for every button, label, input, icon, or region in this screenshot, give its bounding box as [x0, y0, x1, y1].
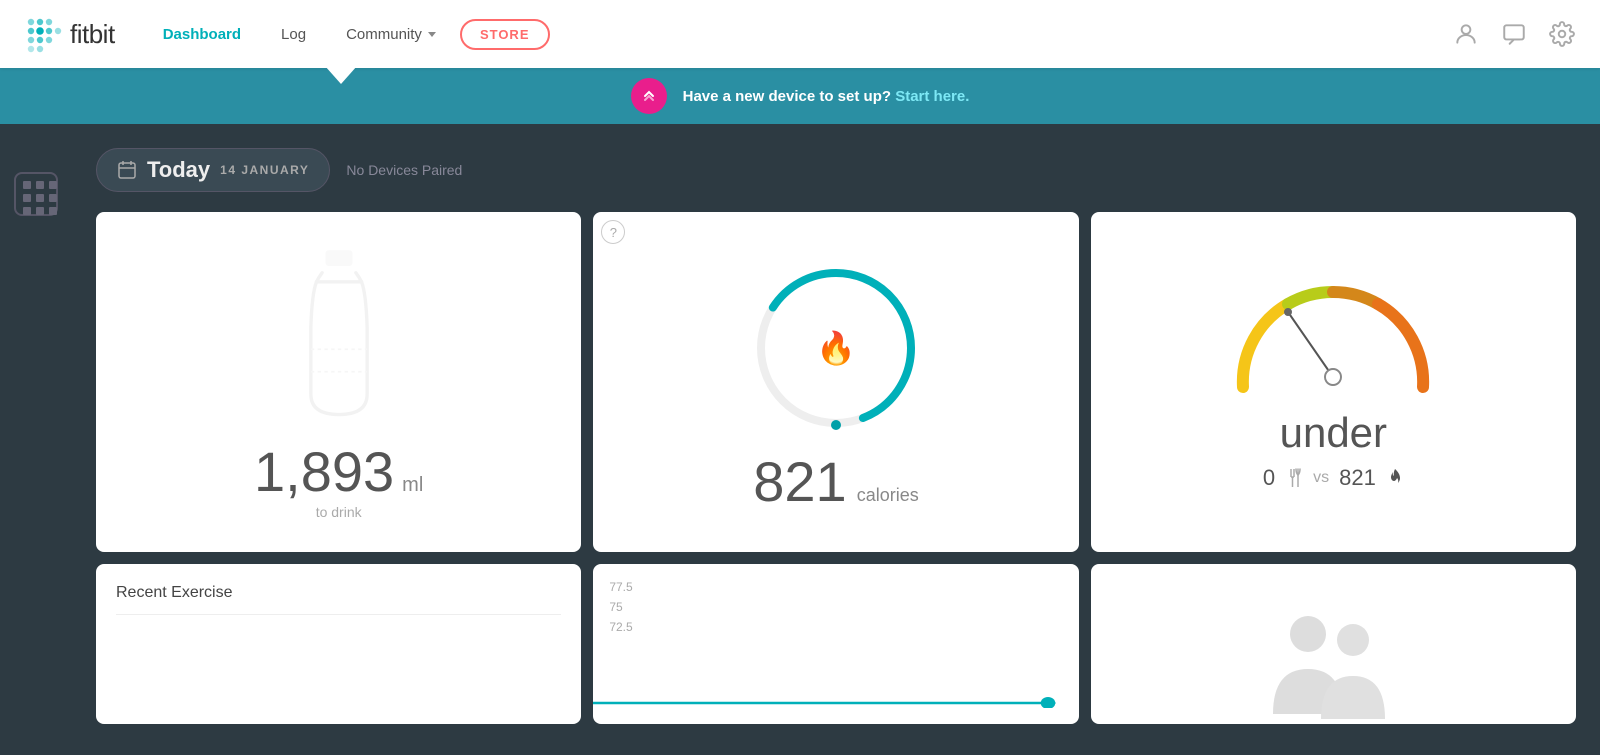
grid-cell	[36, 207, 44, 215]
water-card[interactable]: 1,893 ml to drink	[96, 212, 581, 552]
nav-links: Dashboard Log Community STORE	[147, 18, 1452, 51]
fitbit-logo-icon	[24, 15, 62, 53]
water-unit: ml	[402, 474, 423, 497]
store-button[interactable]: STORE	[460, 19, 550, 50]
calories-ring: 🔥	[746, 258, 926, 438]
main-content: Today 14 JANUARY No Devices Paired	[0, 124, 1600, 755]
date-full: 14 JANUARY	[220, 163, 309, 177]
calories-value-group: 821 calories	[753, 454, 918, 510]
grid-cell	[36, 194, 44, 202]
water-label: to drink	[316, 504, 362, 520]
banner-message: Have a new device to set up? Start here.	[683, 88, 970, 105]
chart-svg	[593, 648, 1078, 708]
calories-unit: calories	[857, 485, 919, 506]
sidebar	[0, 148, 72, 748]
nav-community[interactable]: Community	[330, 18, 452, 51]
chart-label-725: 72.5	[609, 620, 1062, 634]
recent-exercise-card[interactable]: Recent Exercise	[96, 564, 581, 724]
chart-line-area	[593, 648, 1078, 708]
date-bar: Today 14 JANUARY No Devices Paired	[96, 148, 1576, 192]
water-value-group: 1,893 ml	[254, 444, 423, 500]
calories-card[interactable]: ? 🔥 821 calori	[593, 212, 1078, 552]
gauge-stats: 0 vs 821	[1263, 465, 1404, 491]
burn-value: 821	[1339, 465, 1376, 491]
grid-cell	[36, 181, 44, 189]
nav-right-icons	[1452, 20, 1576, 48]
community-chevron-icon	[428, 32, 436, 37]
gauge-label: under	[1280, 409, 1387, 457]
vs-label: vs	[1313, 469, 1329, 487]
profile-icon[interactable]	[1452, 20, 1480, 48]
banner-link[interactable]: Start here.	[895, 88, 969, 105]
no-devices-label: No Devices Paired	[346, 162, 462, 178]
chart-label-775: 77.5	[609, 580, 1062, 594]
grid-cell	[23, 194, 31, 202]
grid-cell	[23, 207, 31, 215]
friends-silhouette-icon	[1243, 604, 1423, 724]
friends-card[interactable]	[1091, 564, 1576, 724]
widget-grid-button[interactable]	[14, 172, 58, 216]
logo-text: fitbit	[70, 19, 115, 50]
top-nav: fitbit Dashboard Log Community STORE	[0, 0, 1600, 68]
calories-value: 821	[753, 454, 846, 510]
water-bottle-icon	[294, 248, 384, 428]
grid-cell	[49, 194, 57, 202]
exercise-card-title: Recent Exercise	[116, 584, 561, 615]
grid-cell	[23, 181, 31, 189]
gauge-visual	[1223, 277, 1443, 397]
fork-knife-icon	[1285, 467, 1303, 489]
gauge-svg	[1223, 277, 1443, 397]
date-selector[interactable]: Today 14 JANUARY	[96, 148, 330, 192]
grid-cell	[49, 181, 57, 189]
messages-icon[interactable]	[1500, 20, 1528, 48]
settings-icon[interactable]	[1548, 20, 1576, 48]
nav-active-arrow	[325, 66, 357, 84]
layout: Today 14 JANUARY No Devices Paired	[0, 148, 1600, 748]
flame-icon: 🔥	[816, 329, 856, 367]
grid-cell	[49, 207, 57, 215]
bottom-cards-grid: Recent Exercise 77.5 75 72.5	[96, 564, 1576, 724]
burn-flame-icon	[1386, 467, 1404, 489]
banner-device-icon	[631, 78, 667, 114]
top-cards-grid: 1,893 ml to drink ?	[96, 212, 1576, 552]
setup-banner: Have a new device to set up? Start here.	[0, 68, 1600, 124]
help-icon[interactable]: ?	[601, 220, 625, 244]
food-value: 0	[1263, 465, 1275, 491]
calendar-icon	[117, 160, 137, 180]
nav-log[interactable]: Log	[265, 18, 322, 51]
dashboard-content: Today 14 JANUARY No Devices Paired	[72, 148, 1600, 748]
nav-dashboard[interactable]: Dashboard	[147, 18, 257, 51]
chart-label-75: 75	[609, 600, 1062, 614]
gauge-card[interactable]: under 0 vs 821	[1091, 212, 1576, 552]
logo-area: fitbit	[24, 15, 115, 53]
today-label: Today	[147, 157, 210, 183]
water-value: 1,893	[254, 444, 394, 500]
chart-area: 77.5 75 72.5	[593, 580, 1078, 640]
weight-chart-card[interactable]: 77.5 75 72.5	[593, 564, 1078, 724]
